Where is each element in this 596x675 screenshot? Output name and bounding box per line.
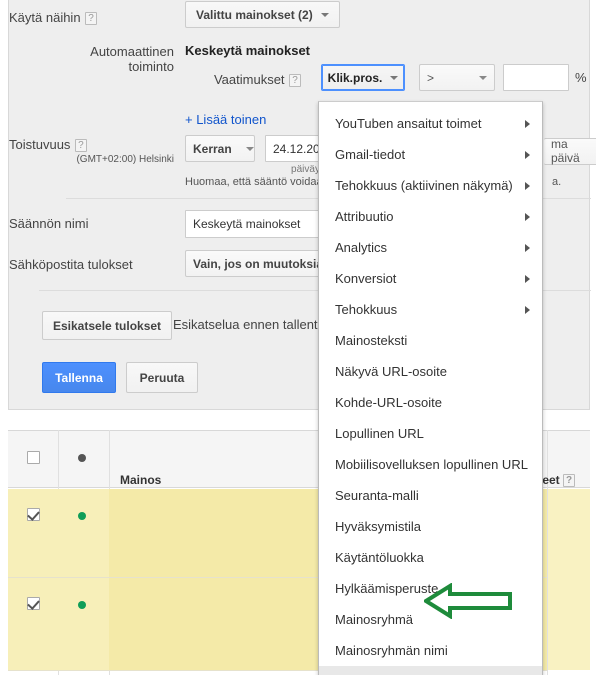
add-another-link[interactable]: + Lisää toinen (185, 112, 266, 127)
menu-item[interactable]: Gmail-tiedot (319, 139, 542, 170)
frequency-help-icon[interactable]: ? (74, 139, 87, 152)
row-status-dot (78, 512, 86, 520)
menu-item[interactable]: Näkyvä URL-osoite (319, 356, 542, 387)
row-checkbox[interactable] (27, 597, 40, 610)
menu-item[interactable]: Käytäntöluokka (319, 542, 542, 573)
menu-item-label: YouTuben ansaitut toimet (335, 116, 482, 131)
preview-results-button[interactable]: Esikatsele tulokset (42, 311, 173, 340)
menu-item[interactable]: Mainosteksti (319, 325, 542, 356)
row-checkbox[interactable] (27, 508, 40, 521)
menu-item[interactable]: Kohde-URL-osoite (319, 387, 542, 418)
chevron-right-icon (525, 213, 530, 221)
menu-item-label: Seuranta-malli (335, 488, 419, 503)
screen: Käytä näihin ? Valittu mainokset (2) Aut… (0, 0, 596, 675)
menu-item-label: Hylkäämisperuste (335, 581, 439, 596)
apply-to-dropdown-label: Valittu mainokset (2) (196, 7, 313, 22)
menu-item[interactable]: Hyväksymistila (319, 511, 542, 542)
requirements-label: Vaatimukset (213, 72, 285, 87)
chevron-down-icon (390, 75, 399, 80)
select-all-checkbox[interactable] (27, 451, 40, 464)
menu-item[interactable]: Mainostyyppi (319, 666, 542, 675)
menu-item-label: Attribuutio (335, 209, 394, 224)
apply-to-label: Käytä näihin (9, 10, 81, 25)
repeat-select[interactable]: Kerran (185, 135, 255, 162)
metric-dropdown-button[interactable]: Klik.pros. (321, 64, 405, 91)
automatic-action-value: Keskeytä mainokset (185, 43, 311, 58)
frequency-note-left: Huomaa, että sääntö voidaan (185, 176, 329, 188)
metric-dropdown-label: Klik.pros. (327, 70, 383, 85)
menu-item-label: Käytäntöluokka (335, 550, 424, 565)
apply-to-help-icon[interactable]: ? (85, 12, 98, 25)
threshold-input[interactable] (503, 64, 569, 91)
day-select-value: ma päivä (551, 137, 580, 165)
save-label: Tallenna (55, 370, 103, 385)
chevron-down-icon (479, 75, 487, 80)
chevron-down-icon (320, 12, 329, 17)
day-select[interactable]: ma päivä (544, 137, 596, 165)
menu-item-label: Konversiot (335, 271, 397, 286)
apply-to-dropdown-button[interactable]: Valittu mainokset (2) (185, 1, 340, 28)
menu-item-label: Lopullinen URL (335, 426, 424, 441)
menu-item-label: Mainosteksti (335, 333, 408, 348)
cancel-label: Peruuta (139, 370, 185, 385)
menu-item-label: Analytics (335, 240, 388, 255)
column-header-ad[interactable]: Mainos (120, 473, 161, 487)
menu-item[interactable]: Konversiot (319, 263, 542, 294)
menu-item-label: Näkyvä URL-osoite (335, 364, 447, 379)
menu-item[interactable]: YouTuben ansaitut toimet (319, 108, 542, 139)
menu-item[interactable]: Tehokkuus (aktiivinen näkymä) (319, 170, 542, 201)
chevron-right-icon (525, 182, 530, 190)
operator-select[interactable]: > (419, 64, 495, 91)
email-results-label: Sähköpostita tulokset (9, 257, 133, 272)
cancel-button[interactable]: Peruuta (126, 362, 198, 393)
status-header-icon (78, 454, 86, 462)
email-results-value: Vain, jos on muutoksia t (193, 256, 331, 271)
chevron-right-icon (525, 275, 530, 283)
operator-value: > (427, 70, 435, 85)
labels-column-cells (548, 489, 590, 670)
menu-item[interactable]: Attribuutio (319, 201, 542, 232)
menu-item-label: Gmail-tiedot (335, 147, 406, 162)
frequency-note-right: a. (552, 176, 562, 188)
preview-results-label: Esikatsele tulokset (53, 318, 162, 333)
frequency-label: Toistuvuus (9, 137, 71, 152)
menu-item-label: Tehokkuus (aktiivinen näkymä) (335, 178, 513, 193)
menu-item-label: Mainosryhmän nimi (335, 643, 448, 658)
menu-item[interactable]: Mobiilisovelluksen lopullinen URL (319, 449, 542, 480)
menu-item-label: Mainosryhmä (335, 612, 414, 627)
chevron-right-icon (525, 244, 530, 252)
row-status-dot (78, 601, 86, 609)
save-button[interactable]: Tallenna (42, 362, 116, 393)
repeat-value: Kerran (193, 141, 232, 156)
menu-item-label: Tehokkuus (335, 302, 398, 317)
percent-unit-label: % (575, 70, 587, 85)
rule-name-label: Säännön nimi (9, 216, 89, 231)
frequency-timezone: (GMT+02:00) Helsinki (76, 154, 174, 165)
menu-item-label: Mobiilisovelluksen lopullinen URL (335, 457, 528, 472)
chevron-down-icon (245, 146, 254, 151)
menu-item[interactable]: Lopullinen URL (319, 418, 542, 449)
preview-hint-text: Esikatselua ennen tallent (173, 317, 318, 332)
automatic-action-label-line1: Automaattinen (90, 44, 174, 59)
labels-help-icon[interactable]: ? (563, 474, 576, 487)
chevron-right-icon (525, 120, 530, 128)
menu-item[interactable]: Tehokkuus (319, 294, 542, 325)
menu-item[interactable]: Mainosryhmän nimi (319, 635, 542, 666)
menu-item-label: Kohde-URL-osoite (335, 395, 442, 410)
chevron-right-icon (525, 306, 530, 314)
annotation-arrow-icon (422, 582, 512, 624)
menu-item-label: Hyväksymistila (335, 519, 421, 534)
menu-item[interactable]: Seuranta-malli (319, 480, 542, 511)
requirements-help-icon[interactable]: ? (289, 74, 301, 87)
chevron-right-icon (525, 151, 530, 159)
menu-item[interactable]: Analytics (319, 232, 542, 263)
